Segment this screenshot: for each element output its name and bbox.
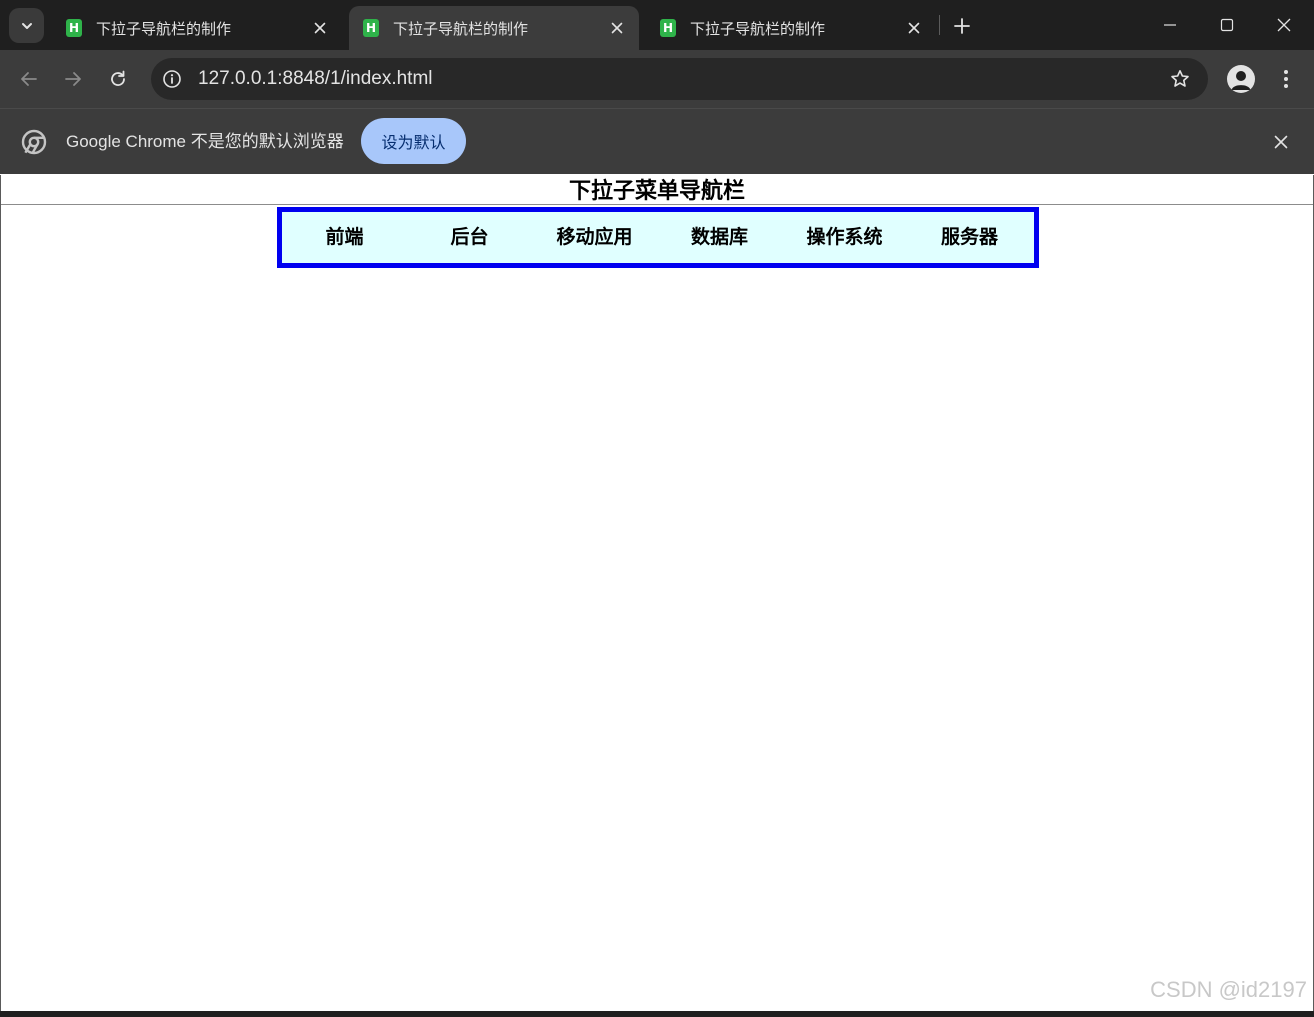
tab-title: 下拉子导航栏的制作 [690,20,826,38]
minimize-button[interactable] [1150,8,1190,42]
profile-icon [1231,71,1251,90]
window-border-bottom [0,1011,1314,1017]
close-icon [611,22,623,34]
tab-close-button[interactable] [605,16,629,40]
html-file-icon: H [363,19,379,37]
page-title: 下拉子菜单导航栏 [1,175,1313,205]
site-info-button[interactable] [161,68,183,90]
minimize-icon [1164,24,1176,26]
bookmark-button[interactable] [1168,67,1192,91]
chevron-down-icon [21,22,32,29]
tab-3[interactable]: H 下拉子导航栏的制作 [646,6,936,50]
set-default-button[interactable]: 设为默认 [361,118,466,164]
plus-icon [954,18,970,34]
profile-button[interactable] [1227,65,1255,93]
html-file-icon: H [66,19,82,37]
close-icon [1277,18,1291,32]
page-viewport: 下拉子菜单导航栏 前端 后台 移动应用 数据库 操作系统 服务器 CSDN @i… [1,175,1313,1011]
nav-item-server[interactable]: 服务器 [907,212,1032,263]
nav-item-operating-system[interactable]: 操作系统 [782,212,907,263]
tab-2-active[interactable]: H 下拉子导航栏的制作 [349,6,639,50]
kebab-menu-icon [1284,70,1288,88]
close-icon [908,22,920,34]
nav-item-frontend[interactable]: 前端 [282,212,407,263]
tab-separator [939,15,940,35]
tab-title: 下拉子导航栏的制作 [393,20,529,38]
window-close-button[interactable] [1264,8,1304,42]
tab-close-button[interactable] [902,16,926,40]
back-button[interactable] [14,64,44,94]
maximize-icon [1220,18,1234,32]
forward-arrow-icon [65,72,81,86]
nav-item-database[interactable]: 数据库 [657,212,782,263]
url-text[interactable]: 127.0.0.1:8848/1/index.html [198,68,433,90]
tab-search-button[interactable] [9,8,44,43]
new-tab-button[interactable] [948,12,976,40]
tab-title: 下拉子导航栏的制作 [96,20,232,38]
window-border-left [0,175,1,1011]
back-arrow-icon [21,72,37,86]
browser-window: H 下拉子导航栏的制作 H 下拉子导航栏的制作 H 下拉子导航栏的制作 127.… [0,0,1314,1017]
browser-menu-button[interactable] [1274,64,1298,94]
default-browser-infobar: Google Chrome 不是您的默认浏览器 设为默认 [0,108,1314,174]
nav-item-mobile-apps[interactable]: 移动应用 [532,212,657,263]
address-bar[interactable]: 127.0.0.1:8848/1/index.html [151,58,1208,100]
nav-item-backend[interactable]: 后台 [407,212,532,263]
star-icon [1171,70,1189,87]
info-icon [163,70,181,88]
tab-close-button[interactable] [308,16,332,40]
close-icon [1274,135,1288,149]
csdn-watermark: CSDN @id2197 [1150,977,1307,1002]
reload-button[interactable] [103,64,133,94]
close-icon [314,22,326,34]
tab-strip: H 下拉子导航栏的制作 H 下拉子导航栏的制作 H 下拉子导航栏的制作 [0,0,1314,50]
main-nav-bar: 前端 后台 移动应用 数据库 操作系统 服务器 [277,207,1039,268]
browser-toolbar: 127.0.0.1:8848/1/index.html [0,50,1314,108]
html-file-icon: H [660,19,676,37]
reload-icon [111,70,125,86]
infobar-message: Google Chrome 不是您的默认浏览器 [66,132,344,151]
tab-1[interactable]: H 下拉子导航栏的制作 [52,6,342,50]
infobar-close-button[interactable] [1269,130,1293,154]
maximize-button[interactable] [1207,8,1247,42]
chrome-logo-icon [21,129,47,155]
forward-button[interactable] [58,64,88,94]
